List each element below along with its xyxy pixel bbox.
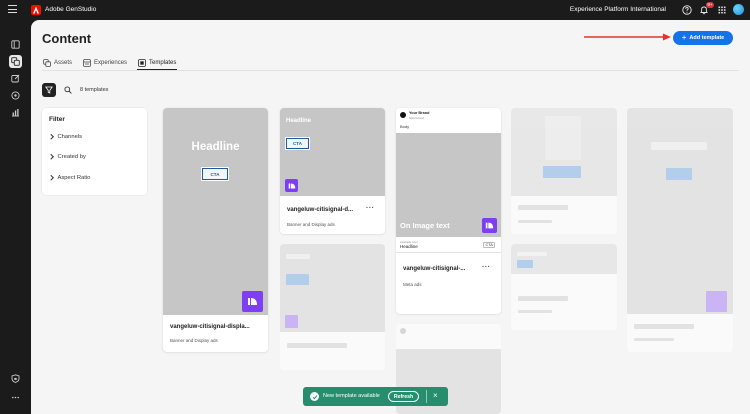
- card-divider: [396, 252, 501, 253]
- top-bar: Adobe GenStudio Experience Platform Inte…: [0, 0, 750, 20]
- apps-grid-icon[interactable]: [716, 4, 728, 16]
- filter-aspect-ratio[interactable]: Aspect Ratio: [48, 175, 91, 181]
- plus-icon: +: [681, 33, 687, 42]
- close-icon[interactable]: ×: [433, 391, 438, 401]
- checkmark-icon: [310, 392, 319, 401]
- tab-assets-label: Assets: [54, 60, 73, 66]
- add-template-label: Add template: [689, 35, 725, 41]
- brand-logo-icon: [285, 179, 298, 192]
- filter-panel: Filter Channels Created by Aspect Ratio: [42, 108, 147, 195]
- toast-divider: [426, 390, 427, 403]
- refresh-button[interactable]: Refresh: [388, 391, 419, 402]
- help-icon[interactable]: [681, 4, 693, 16]
- rail-create-icon[interactable]: [9, 72, 22, 85]
- template-thumbnail: On Image text: [396, 133, 501, 237]
- filter-channels-label: Channels: [57, 134, 83, 140]
- filter-created-by-label: Created by: [57, 154, 86, 160]
- rail-analytics-icon[interactable]: [9, 106, 22, 119]
- brand-logo-icon: [242, 291, 263, 312]
- thumbnail-headline: Headline: [191, 141, 240, 153]
- template-thumbnail: Headline CTA: [163, 108, 268, 315]
- content-tabs: Assets Experiences Templates: [42, 56, 178, 70]
- on-image-text: On Image text: [400, 221, 450, 230]
- toast-notification: New template available Refresh ×: [303, 387, 448, 406]
- left-rail: [0, 20, 31, 414]
- filter-aspect-ratio-label: Aspect Ratio: [57, 175, 91, 181]
- tab-assets[interactable]: Assets: [42, 56, 73, 70]
- annotation-arrow: [584, 33, 671, 41]
- brand-avatar: [400, 112, 406, 118]
- rail-more-icon[interactable]: [9, 391, 22, 404]
- filter-channels[interactable]: Channels: [48, 134, 83, 140]
- experiences-icon: [83, 59, 91, 67]
- template-card-faded[interactable]: [280, 244, 385, 370]
- brand-name: Your Brand: [409, 111, 430, 115]
- tab-experiences-label: Experiences: [94, 60, 128, 66]
- brand-handle: Sponsored: [409, 116, 424, 120]
- thumbnail-cta: CTA: [285, 137, 310, 150]
- template-name: vangeluw-citisignal-d...: [287, 207, 354, 213]
- main-panel: Content + Add template Assets Experience…: [31, 20, 750, 414]
- rail-content-icon[interactable]: [9, 55, 22, 68]
- filter-created-by[interactable]: Created by: [48, 154, 86, 160]
- template-type: Banner and Display ads: [287, 222, 335, 227]
- more-options-icon[interactable]: ···: [482, 264, 491, 271]
- ad-headline: Headline: [400, 244, 418, 249]
- template-card[interactable]: Headline CTA vangeluw-citisignal-displa.…: [163, 108, 268, 352]
- template-card-faded[interactable]: [511, 108, 617, 234]
- post-body: Body: [400, 124, 410, 129]
- toast-message: New template available: [323, 393, 380, 399]
- template-card-faded[interactable]: [511, 244, 617, 330]
- template-card[interactable]: Headline CTA vangeluw-citisignal-d... ··…: [280, 108, 385, 234]
- rail-home-icon[interactable]: [9, 38, 22, 51]
- filter-icon: [45, 86, 53, 94]
- ad-cta: CTA: [483, 242, 496, 248]
- filter-title: Filter: [49, 116, 65, 123]
- adobe-logo-icon: [31, 5, 41, 15]
- tab-experiences[interactable]: Experiences: [82, 56, 128, 70]
- rail-privacy-icon[interactable]: [9, 372, 22, 385]
- search-icon[interactable]: [64, 86, 72, 94]
- template-card[interactable]: Your Brand Sponsored Body On Image text …: [396, 108, 501, 314]
- user-avatar[interactable]: [733, 4, 744, 15]
- assets-icon: [43, 59, 51, 67]
- more-options-icon[interactable]: ···: [366, 205, 375, 212]
- template-card-faded[interactable]: [627, 108, 733, 352]
- template-type: Meta ads: [403, 282, 422, 287]
- brand-logo-icon: [482, 218, 497, 233]
- template-name: vangeluw-citisignal-displa...: [170, 324, 250, 330]
- page-title: Content: [42, 31, 92, 46]
- app-title[interactable]: Adobe GenStudio: [45, 4, 96, 16]
- thumbnail-headline: Headline: [286, 118, 312, 124]
- notification-badge: 9+: [705, 2, 714, 8]
- thumbnail-cta: CTA: [201, 167, 229, 181]
- org-switcher[interactable]: Experience Platform International: [570, 4, 666, 16]
- chevron-right-icon: [48, 134, 54, 140]
- add-template-button[interactable]: + Add template: [673, 31, 733, 45]
- template-type: Banner and Display ads: [170, 338, 218, 343]
- chevron-right-icon: [48, 175, 54, 181]
- template-count: 8 templates: [80, 87, 109, 93]
- filter-toggle-button[interactable]: [42, 83, 56, 97]
- tab-templates-label: Templates: [149, 59, 177, 66]
- hamburger-menu-icon[interactable]: [8, 5, 17, 13]
- tab-templates[interactable]: Templates: [137, 56, 178, 70]
- rail-insights-icon[interactable]: [9, 89, 22, 102]
- template-thumbnail: Headline CTA: [280, 108, 385, 196]
- chevron-right-icon: [48, 154, 54, 160]
- templates-icon: [138, 58, 146, 67]
- tabs-divider: [42, 70, 739, 71]
- template-name: vangeluw-citisignal-...: [403, 266, 466, 272]
